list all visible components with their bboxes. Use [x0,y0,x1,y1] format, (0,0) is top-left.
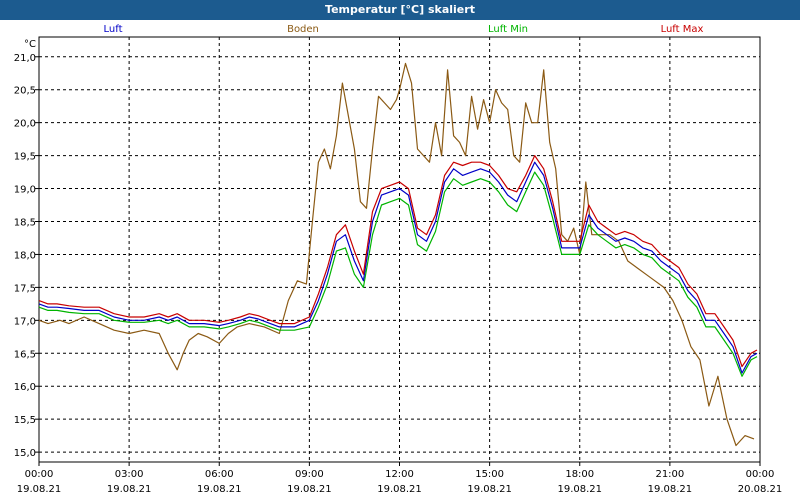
x-tick-time: 00:00 [25,469,54,480]
y-axis-unit: °C [24,39,36,50]
x-tick-time: 09:00 [295,469,324,480]
x-tick-time: 21:00 [655,469,684,480]
x-tick-date: 19.08.21 [648,484,693,495]
series-line-luft [38,161,758,374]
y-tick-label: 15,5 [14,415,36,426]
y-tick-label: 20,5 [14,86,36,97]
x-tick-date: 19.08.21 [557,484,602,495]
y-tick-label: 17,0 [14,316,36,327]
x-tick-date: 19.08.21 [377,484,422,495]
x-tick-time: 06:00 [205,469,234,480]
x-tick-time: 18:00 [565,469,594,480]
series-line-luft-max [38,155,758,368]
x-tick-date: 20.08.21 [738,484,783,495]
y-tick-label: 15,0 [14,448,36,459]
y-tick-label: 20,0 [14,119,36,130]
chart-plot: 15,0 15,5 16,0 16,5 17,0 17,5 18,0 18,5 19,0 19,5… [14,36,783,495]
chart-title: Temperatur [°C] skaliert [325,3,475,16]
y-tick-label: 18,5 [14,217,36,228]
grid [39,37,760,462]
x-tick-date: 19.08.21 [17,484,62,495]
series-lines [38,62,758,447]
x-tick-date: 19.08.21 [467,484,512,495]
series-line-luft-min [38,171,758,377]
y-tick-label: 21,0 [14,53,36,64]
x-tick-time: 00:00 [746,469,775,480]
y-tick-label: 18,0 [14,250,36,261]
x-tick-date: 19.08.21 [197,484,242,495]
x-tick-time: 15:00 [475,469,504,480]
chart-window: Temperatur [°C] skaliert Luft Boden Luft… [0,0,800,500]
x-tick-time: 03:00 [115,469,144,480]
x-tick-date: 19.08.21 [287,484,332,495]
y-tick-label: 16,0 [14,382,36,393]
y-tick-label: 17,5 [14,283,36,294]
y-tick-label: 16,5 [14,349,36,360]
x-tick-time: 12:00 [385,469,414,480]
y-tick-label: 19,5 [14,152,36,163]
y-tick-label: 19,0 [14,185,36,196]
title-bar: Temperatur [°C] skaliert [0,0,800,20]
x-tick-date: 19.08.21 [107,484,152,495]
